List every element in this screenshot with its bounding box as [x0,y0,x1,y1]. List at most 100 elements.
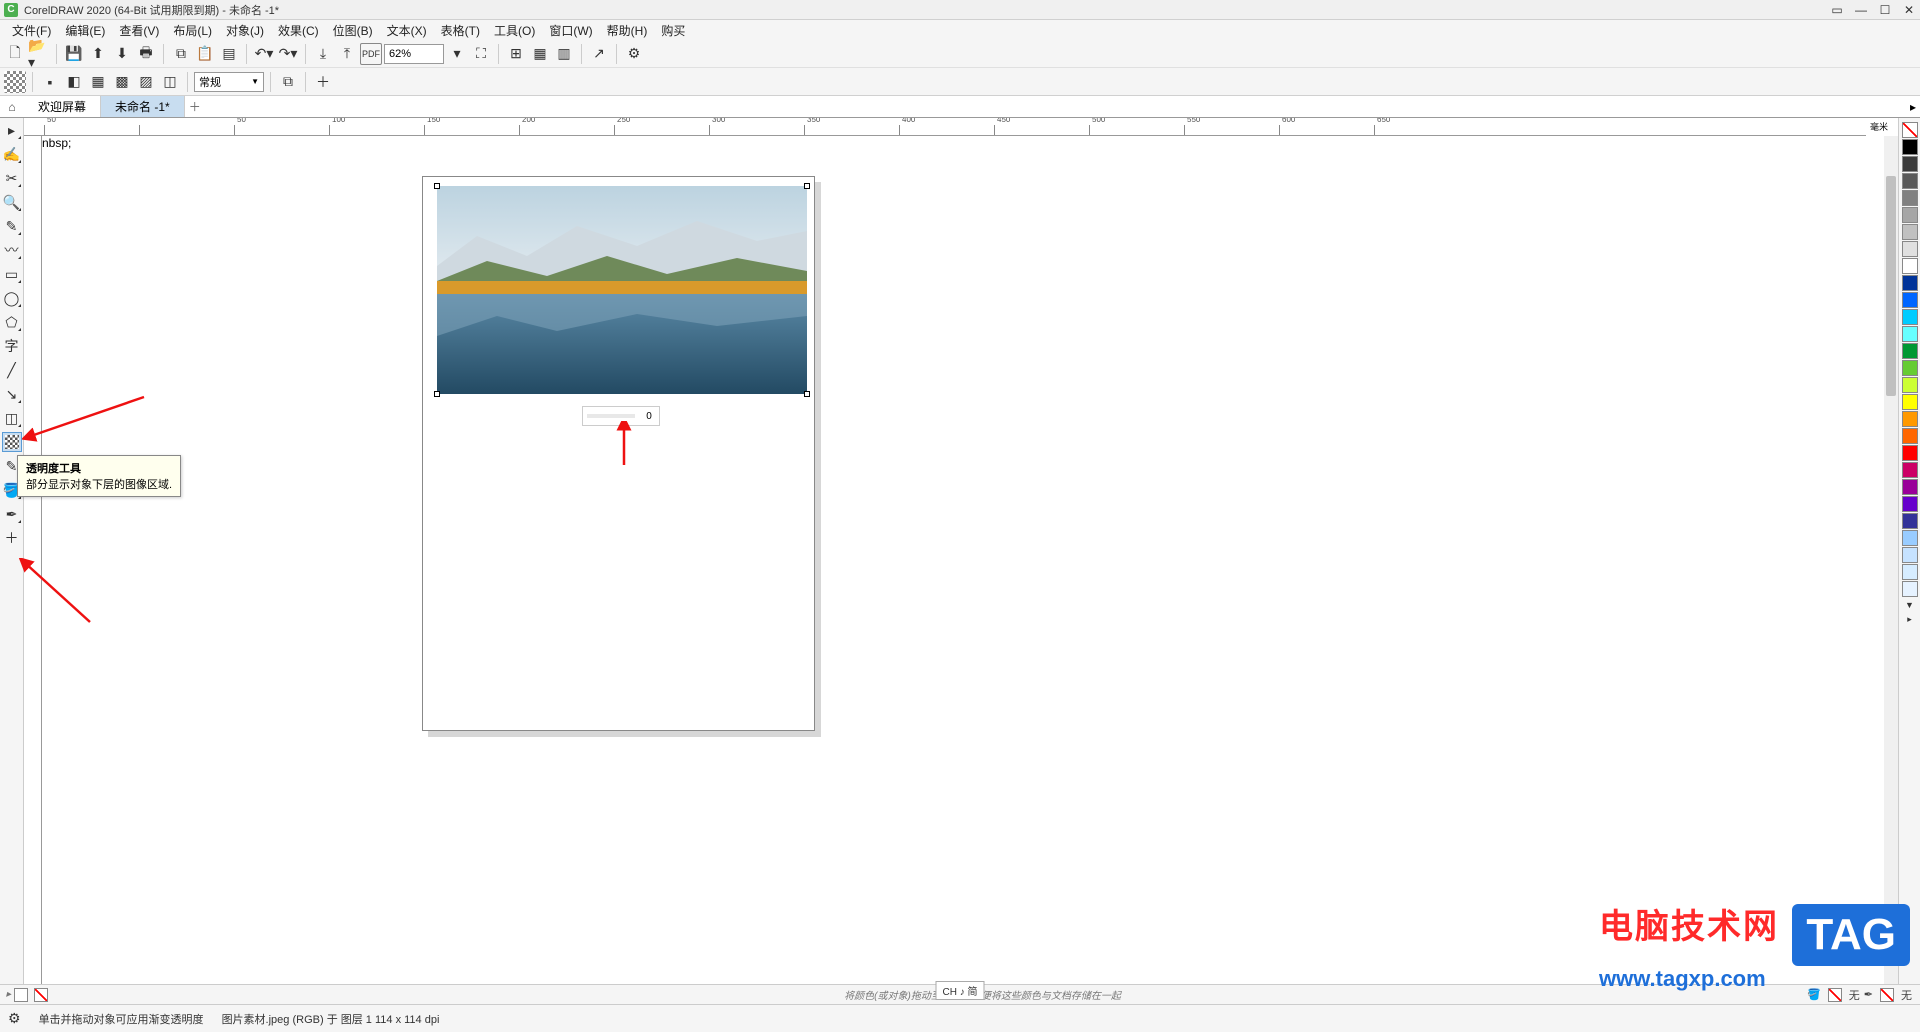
fullscreen-button[interactable]: ⛶ [470,43,492,65]
undo-button[interactable]: ↶▾ [253,43,275,65]
add-tool-icon[interactable]: ＋ [2,528,22,548]
swatch[interactable] [1902,326,1918,342]
palette-expand-icon[interactable]: ▸ [1907,614,1912,625]
export-button[interactable]: ⤒ [336,43,358,65]
options-button[interactable]: ⚙ [623,43,645,65]
palette-scroll-down-icon[interactable]: ▼ [1905,600,1914,610]
swatch[interactable] [1902,547,1918,563]
artistic-tool-icon[interactable]: 〰 [2,240,22,260]
polygon-tool-icon[interactable]: ⬠ [2,312,22,332]
v-scrollbar[interactable] [1884,136,1898,984]
fill-icon[interactable]: 🪣 [1807,988,1821,1001]
menu-window[interactable]: 窗口(W) [543,20,598,41]
sel-handle-tr[interactable] [804,183,810,189]
swatch[interactable] [1902,377,1918,393]
doc-palette-none-swatch[interactable] [34,988,48,1002]
launch-button[interactable]: ↗ [588,43,610,65]
swatch[interactable] [1902,173,1918,189]
swatch[interactable] [1902,258,1918,274]
menu-view[interactable]: 查看(V) [113,20,165,41]
copy-button[interactable]: ⧉ [170,43,192,65]
merge-mode-combo[interactable]: 常规▼ [194,72,264,92]
transparency-slider[interactable]: 0 [582,406,660,426]
guides-button[interactable]: ▥ [553,43,575,65]
swatch[interactable] [1902,564,1918,580]
swatch[interactable] [1902,241,1918,257]
doc-palette-arrow-icon[interactable]: ▸ [6,989,11,1000]
swatch-none[interactable] [1902,122,1918,138]
help-small-icon[interactable]: ▭ [1830,3,1844,17]
connector-tool-icon[interactable]: ↘ [2,384,22,404]
menu-buy[interactable]: 购买 [655,20,691,41]
twocolor-trans-icon[interactable]: ◫ [159,71,181,93]
text-tool-icon[interactable]: 字 [2,336,22,356]
shape-tool-icon[interactable]: ✍ [2,144,22,164]
zoom-level[interactable] [384,44,444,64]
cloud-up-button[interactable]: ⬆ [87,43,109,65]
parallel-tool-icon[interactable]: ╱ [2,360,22,380]
home-icon[interactable]: ⌂ [0,96,24,117]
sel-handle-br[interactable] [804,391,810,397]
add-preset-icon[interactable]: ＋ [312,71,334,93]
tab-add-button[interactable]: ＋ [185,96,205,117]
swatch[interactable] [1902,445,1918,461]
menu-tools[interactable]: 工具(O) [488,20,541,41]
menu-bitmap[interactable]: 位图(B) [327,20,379,41]
swatch[interactable] [1902,275,1918,291]
no-transparency-icon[interactable] [4,71,26,93]
outline-tool-icon[interactable]: ✒ [2,504,22,524]
grid-button[interactable]: ▦ [529,43,551,65]
swatch[interactable] [1902,360,1918,376]
swatch[interactable] [1902,190,1918,206]
menu-table[interactable]: 表格(T) [435,20,486,41]
clipboard-button[interactable]: ▤ [218,43,240,65]
cloud-down-button[interactable]: ⬇ [111,43,133,65]
tabs-more-icon[interactable]: ▸ [1906,96,1920,117]
zoom-drop-icon[interactable]: ▾ [446,43,468,65]
swatch[interactable] [1902,581,1918,597]
swatch[interactable] [1902,343,1918,359]
menu-object[interactable]: 对象(J) [220,20,270,41]
minimize-button[interactable]: — [1854,3,1868,17]
tab-document[interactable]: 未命名 -1* [101,96,185,117]
paste-button[interactable]: 📋 [194,43,216,65]
print-button[interactable]: 🖶 [135,43,157,65]
placed-image[interactable] [437,186,807,394]
zoom-tool-icon[interactable]: 🔍 [2,192,22,212]
snap-button[interactable]: ⊞ [505,43,527,65]
open-button[interactable]: 📂▾ [28,43,50,65]
transparency-tool-icon[interactable] [2,432,22,452]
pick-tool-icon[interactable]: ▸ [2,120,22,140]
swatch[interactable] [1902,309,1918,325]
doc-palette-eyedrop-icon[interactable] [14,988,28,1002]
swatch[interactable] [1902,156,1918,172]
menu-layout[interactable]: 布局(L) [167,20,218,41]
sel-handle-tl[interactable] [434,183,440,189]
menu-effect[interactable]: 效果(C) [272,20,325,41]
swatch[interactable] [1902,292,1918,308]
uniform-trans-icon[interactable]: ▪ [39,71,61,93]
redo-button[interactable]: ↷▾ [277,43,299,65]
menu-help[interactable]: 帮助(H) [601,20,654,41]
swatch[interactable] [1902,139,1918,155]
status-gear-icon[interactable]: ⚙ [8,1010,21,1027]
swatch[interactable] [1902,428,1918,444]
maximize-button[interactable]: ☐ [1878,3,1892,17]
swatch[interactable] [1902,224,1918,240]
crop-tool-icon[interactable]: ✂ [2,168,22,188]
copy-props-icon[interactable]: ⧉ [277,71,299,93]
outline-icon[interactable]: ✒ [1864,988,1873,1001]
swatch[interactable] [1902,207,1918,223]
freehand-tool-icon[interactable]: ✎ [2,216,22,236]
rectangle-tool-icon[interactable]: ▭ [2,264,22,284]
save-button[interactable]: 💾 [63,43,85,65]
new-button[interactable]: 🗋 [4,43,26,65]
pattern-trans-icon[interactable]: ▦ [87,71,109,93]
sel-handle-bl[interactable] [434,391,440,397]
bitmap-trans-icon[interactable]: ▩ [111,71,133,93]
menu-text[interactable]: 文本(X) [381,20,433,41]
swatch[interactable] [1902,513,1918,529]
swatch[interactable] [1902,479,1918,495]
menu-edit[interactable]: 编辑(E) [59,20,111,41]
close-button[interactable]: ✕ [1902,3,1916,17]
